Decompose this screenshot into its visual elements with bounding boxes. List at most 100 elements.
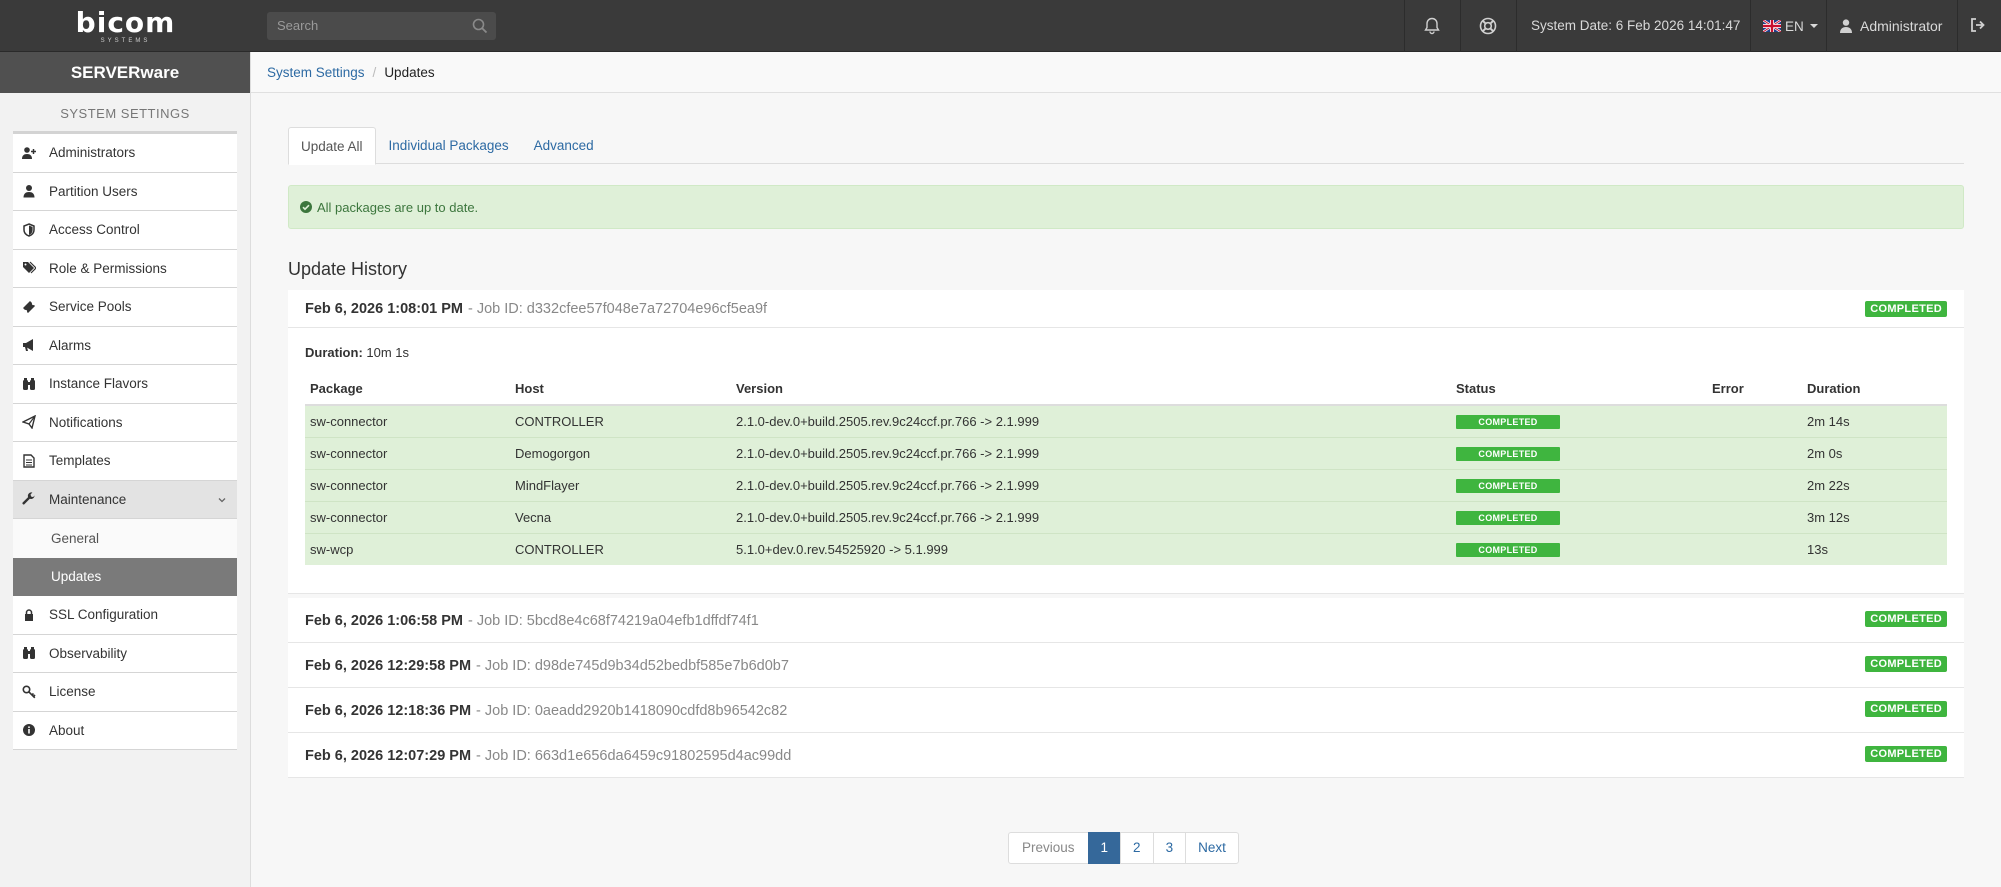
user-icon	[1840, 19, 1852, 33]
cell-version: 2.1.0-dev.0+build.2505.rev.9c24ccf.pr.76…	[731, 500, 1451, 533]
history-entry-header[interactable]: Feb 6, 2026 1:08:01 PM - Job ID: d332cfe…	[288, 290, 1964, 328]
pagination-page-2[interactable]: 2	[1120, 832, 1154, 864]
file-text-icon	[23, 454, 35, 468]
bicom-logo[interactable]: bicom SYSTEMS	[0, 0, 251, 52]
status-badge: COMPLETED	[1865, 701, 1947, 717]
bell-icon[interactable]	[1422, 16, 1442, 36]
cell-duration: 2m 0s	[1802, 436, 1947, 469]
cell-host: CONTROLLER	[510, 404, 731, 437]
sidebar-item-ssl-configuration[interactable]: SSL Configuration	[13, 596, 237, 635]
sidebar-item-alarms[interactable]: Alarms	[13, 326, 237, 365]
breadcrumb-link-system-settings[interactable]: System Settings	[267, 65, 365, 80]
sidebar-item-label: Service Pools	[49, 299, 132, 315]
status-badge: COMPLETED	[1456, 479, 1560, 493]
history-entry-collapsed[interactable]: Feb 6, 2026 12:18:36 PM - Job ID: 0aeadd…	[288, 688, 1964, 733]
sidebar-item-label: Maintenance	[49, 491, 127, 507]
pagination-page-1[interactable]: 1	[1087, 832, 1122, 864]
sidebar-item-access-control[interactable]: Access Control	[13, 211, 237, 250]
sidebar-item-partition-users[interactable]: Partition Users	[13, 172, 237, 211]
breadcrumb-current: Updates	[384, 64, 435, 80]
history-entry-header[interactable]: Feb 6, 2026 12:18:36 PM - Job ID: 0aeadd…	[288, 688, 1964, 733]
table-row: sw-connector Demogorgon 2.1.0-dev.0+buil…	[305, 436, 1947, 469]
history-entry-header[interactable]: Feb 6, 2026 12:29:58 PM - Job ID: d98de7…	[288, 643, 1964, 688]
sidebar-item-label: Templates	[49, 453, 111, 469]
history-entry-body: Duration: 10m 1s Package Host Version St…	[288, 328, 1964, 593]
alert-message: All packages are up to date.	[317, 199, 479, 215]
tab-update-all[interactable]: Update All	[288, 127, 376, 165]
sidebar-item-instance-flavors[interactable]: Instance Flavors	[13, 365, 237, 404]
history-entry-header[interactable]: Feb 6, 2026 1:06:58 PM - Job ID: 5bcd8e4…	[288, 598, 1964, 643]
cell-version: 2.1.0-dev.0+build.2505.rev.9c24ccf.pr.76…	[731, 468, 1451, 501]
table-row: sw-connector CONTROLLER 2.1.0-dev.0+buil…	[305, 404, 1947, 437]
cell-status: COMPLETED	[1451, 468, 1707, 501]
cell-status: COMPLETED	[1451, 404, 1707, 437]
product-name: SERVERware	[0, 52, 250, 93]
cell-host: CONTROLLER	[510, 532, 731, 565]
cell-status: COMPLETED	[1451, 500, 1707, 533]
cell-package: sw-connector	[305, 436, 510, 469]
status-badge: COMPLETED	[1865, 611, 1947, 627]
sidebar-item-maintenance[interactable]: Maintenance	[13, 480, 237, 519]
history-entry-collapsed[interactable]: Feb 6, 2026 12:07:29 PM - Job ID: 663d1e…	[288, 733, 1964, 778]
chevron-down-icon	[1809, 24, 1818, 28]
sidebar-item-license[interactable]: License	[13, 673, 237, 712]
topbar-divider	[1750, 0, 1751, 52]
sidebar-item-about[interactable]: About	[13, 711, 237, 750]
table-row: sw-connector Vecna 2.1.0-dev.0+build.250…	[305, 500, 1947, 533]
sidebar-item-label: Administrators	[49, 145, 136, 161]
sidebar-item-administrators[interactable]: Administrators	[13, 134, 237, 173]
cell-package: sw-connector	[305, 500, 510, 533]
sidebar-item-templates[interactable]: Templates	[13, 442, 237, 481]
chevron-down-icon	[218, 497, 226, 502]
history-entry-date: Feb 6, 2026 12:07:29 PM	[305, 747, 472, 764]
sidebar-item-observability[interactable]: Observability	[13, 634, 237, 673]
wrench-icon	[22, 492, 35, 505]
cell-status: COMPLETED	[1451, 436, 1707, 469]
pagination-page-3[interactable]: 3	[1152, 832, 1187, 864]
uk-flag-icon	[1763, 20, 1781, 32]
sidebar-section-title: SYSTEM SETTINGS	[13, 93, 237, 134]
search-input[interactable]: Search	[267, 12, 496, 40]
sidebar-subitem-updates[interactable]: Updates	[13, 557, 237, 596]
cell-status: COMPLETED	[1451, 532, 1707, 565]
history-entry-job-id: - Job ID: 5bcd8e4c68f74219a04efb1dffdf74…	[467, 612, 759, 629]
sidebar-item-notifications[interactable]: Notifications	[13, 403, 237, 442]
history-entry-expanded: Feb 6, 2026 1:08:01 PM - Job ID: d332cfe…	[288, 290, 1964, 594]
tab-individual-packages[interactable]: Individual Packages	[377, 127, 521, 164]
pagination-next[interactable]: Next	[1185, 832, 1239, 864]
table-header-row: Package Host Version Status Error Durati…	[305, 373, 1947, 406]
history-entry-collapsed[interactable]: Feb 6, 2026 1:06:58 PM - Job ID: 5bcd8e4…	[288, 598, 1964, 643]
pagination-previous[interactable]: Previous	[1008, 832, 1089, 864]
life-ring-icon[interactable]	[1478, 16, 1498, 36]
tab-bar: Update All Individual Packages Advanced	[288, 127, 1964, 165]
user-menu[interactable]: Administrator	[1840, 0, 1942, 52]
topbar-divider	[1460, 0, 1461, 52]
duration-value: 10m 1s	[366, 345, 410, 360]
key-icon	[22, 685, 36, 699]
topbar-divider	[1404, 0, 1405, 52]
top-bar: bicom SYSTEMS Search System Date: 6 Feb …	[0, 0, 2001, 52]
tab-advanced[interactable]: Advanced	[522, 127, 606, 164]
sign-out-icon[interactable]	[1970, 17, 1986, 33]
cell-error	[1707, 468, 1802, 501]
status-badge: COMPLETED	[1456, 511, 1560, 525]
cell-package: sw-connector	[305, 468, 510, 501]
sidebar-item-role-permissions[interactable]: Role & Permissions	[13, 249, 237, 288]
column-header-error: Error	[1707, 373, 1802, 406]
cell-host: Demogorgon	[510, 436, 731, 469]
cell-error	[1707, 500, 1802, 533]
status-badge: COMPLETED	[1456, 415, 1560, 430]
search-icon[interactable]	[472, 18, 488, 34]
status-badge: COMPLETED	[1865, 656, 1947, 672]
bullhorn-icon	[23, 339, 33, 352]
cell-error	[1707, 532, 1802, 565]
sidebar-item-service-pools[interactable]: Service Pools	[13, 288, 237, 327]
table-row: sw-connector MindFlayer 2.1.0-dev.0+buil…	[305, 468, 1947, 501]
sidebar-item-label: Instance Flavors	[49, 376, 149, 392]
sidebar-subitem-general[interactable]: General	[13, 519, 237, 558]
topbar-divider	[1826, 0, 1827, 52]
sidebar-item-label: Alarms	[49, 337, 92, 353]
history-entry-collapsed[interactable]: Feb 6, 2026 12:29:58 PM - Job ID: d98de7…	[288, 643, 1964, 688]
language-selector[interactable]: EN	[1763, 0, 1818, 52]
history-entry-header[interactable]: Feb 6, 2026 12:07:29 PM - Job ID: 663d1e…	[288, 733, 1964, 778]
